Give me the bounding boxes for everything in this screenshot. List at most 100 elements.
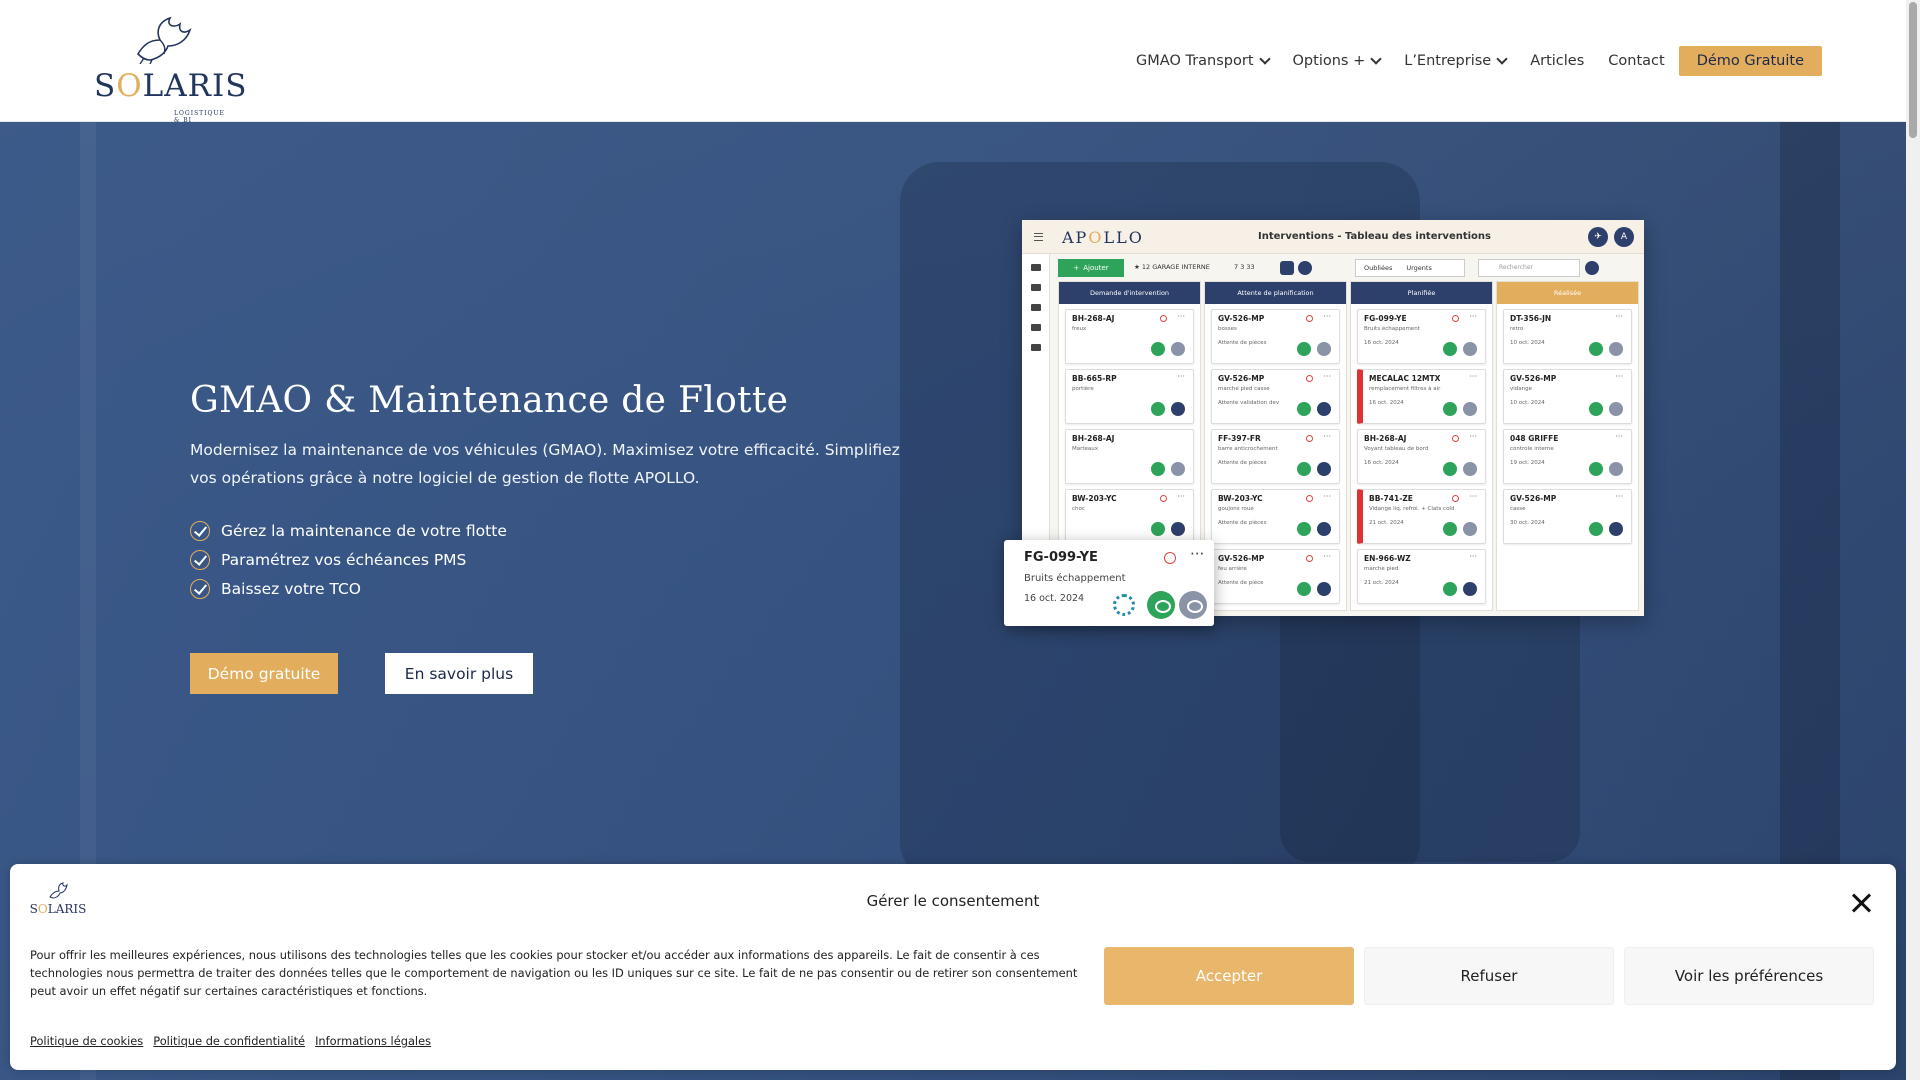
intervention-card: FG-099-YE Bruits échappement 16 oct. 2024 ·… [1357, 309, 1486, 364]
more-icon: ··· [1323, 552, 1331, 561]
privacy-policy-link[interactable]: Politique de confidentialité [153, 1034, 305, 1048]
card-desc: marche pied [1364, 566, 1399, 572]
card-id: FF-397-FR [1218, 434, 1261, 443]
scrollbar-thumb[interactable] [1909, 2, 1917, 138]
camera-icon [1463, 522, 1477, 536]
accept-button[interactable]: Accepter [1104, 947, 1354, 1005]
close-icon[interactable] [1850, 892, 1872, 914]
consent-text: Pour offrir les meilleures expériences, … [30, 948, 1078, 998]
griffin-icon [136, 16, 192, 64]
legal-info-link[interactable]: Informations légales [315, 1034, 431, 1048]
page-scrollbar[interactable] [1906, 0, 1920, 1080]
eye-icon [1151, 342, 1165, 356]
demo-gratuite-hero-button[interactable]: Démo gratuite [190, 653, 338, 694]
kanban-column: Attente de planification GV-526-MP bosses… [1204, 281, 1347, 611]
card-date: 10 oct. 2024 [1510, 400, 1545, 406]
intervention-card: BW-203-YC goujons roue Attente de pièces ··… [1211, 489, 1340, 544]
camera-icon [1171, 402, 1185, 416]
card-date: 21 oct. 2024 [1369, 520, 1404, 526]
solaris-logo[interactable]: SOLARIS LOGISTIQUE & BI [94, 14, 248, 124]
avatar: A [1614, 227, 1634, 247]
card-id: BW-203-YC [1072, 494, 1117, 503]
intervention-card-popup: FG-099-YE Bruits échappement 16 oct. 202… [1004, 540, 1214, 626]
camera-icon [1609, 522, 1623, 536]
logo-wordmark: SOLARIS [94, 68, 248, 104]
preferences-button[interactable]: Voir les préférences [1624, 947, 1874, 1005]
card-id: DT-356-JN [1510, 314, 1552, 323]
clock-icon [1452, 495, 1459, 502]
card-id: GV-526-MP [1510, 374, 1557, 383]
archive-icon [1030, 344, 1041, 351]
filter-oublies: Oubliées [1364, 264, 1393, 272]
filter-icon [1298, 261, 1312, 275]
pagination: 7 3 33 [1234, 263, 1255, 271]
more-icon: ··· [1190, 545, 1205, 563]
eye-icon [1297, 522, 1311, 536]
card-id: BB-741-ZE [1369, 494, 1413, 503]
feature-label: Gérez la maintenance de votre flotte [221, 521, 507, 540]
card-desc: portière [1072, 386, 1094, 392]
chevron-down-icon [1496, 53, 1508, 65]
ajouter-label: Ajouter [1083, 264, 1109, 272]
filter-toggles: Oubliées Urgents [1355, 259, 1465, 277]
nav-label: GMAO Transport [1136, 53, 1254, 69]
card-id: BH-268-AJ [1364, 434, 1407, 443]
nav-options[interactable]: Options + [1293, 53, 1382, 69]
card-status: Attente de pièce [1218, 580, 1264, 586]
eye-icon [1589, 462, 1603, 476]
card-status: Attente validation dev [1218, 400, 1280, 406]
more-icon: ··· [1177, 312, 1185, 321]
app-title: Interventions - Tableau des intervention… [1258, 231, 1491, 242]
card-date: 19 oct. 2024 [1510, 460, 1545, 466]
check-circle-icon [190, 549, 210, 570]
chevron-down-icon [1258, 53, 1271, 65]
nav-articles[interactable]: Articles [1530, 53, 1584, 69]
column-header: Planifiée [1351, 282, 1492, 304]
intervention-card: BH-268-AJ freux ··· [1065, 309, 1194, 364]
garage-select: ★ 12 GARAGE INTERNE [1134, 263, 1210, 271]
camera-icon [1463, 582, 1477, 596]
logo-subtitle: LOGISTIQUE & BI [174, 110, 225, 124]
eye-icon [1151, 402, 1165, 416]
chevron-down-icon [1280, 261, 1294, 275]
consent-links: Politique de cookies Politique de confid… [30, 1034, 431, 1048]
intervention-card: GV-526-MP feu arrière Attente de pièce ··· [1211, 549, 1340, 604]
popup-card-desc: Bruits échappement [1024, 573, 1126, 584]
camera-icon [1171, 522, 1185, 536]
eye-icon [1443, 462, 1457, 476]
nav-entreprise[interactable]: L’Entreprise [1404, 53, 1508, 69]
truck-icon [1030, 284, 1041, 291]
intervention-card: BH-268-AJ Voyant tableau de bord 16 oct. 2… [1357, 429, 1486, 484]
cookie-policy-link[interactable]: Politique de cookies [30, 1034, 143, 1048]
site-header: SOLARIS LOGISTIQUE & BI GMAO Transport O… [0, 0, 1906, 124]
card-desc: barre anticrochement [1218, 446, 1278, 452]
chevron-down-icon [1370, 53, 1382, 65]
more-icon: ··· [1323, 372, 1331, 381]
more-icon: ··· [1177, 372, 1185, 381]
en-savoir-plus-button[interactable]: En savoir plus [385, 653, 533, 694]
feature-item: Paramétrez vos échéances PMS [190, 545, 507, 574]
clock-icon [1452, 435, 1459, 442]
card-desc: casse [1510, 506, 1526, 512]
refuse-button[interactable]: Refuser [1364, 947, 1614, 1005]
card-status: Attente de pièces [1218, 520, 1267, 526]
camera-icon [1609, 402, 1623, 416]
card-id: GV-526-MP [1510, 494, 1557, 503]
intervention-card: DT-356-JN retro 10 oct. 2024 ··· [1503, 309, 1632, 364]
intervention-card: FF-397-FR barre anticrochement Attente de … [1211, 429, 1340, 484]
card-desc: feu arrière [1218, 566, 1247, 572]
card-desc: Bruits échappement [1364, 326, 1420, 332]
more-icon: ··· [1615, 372, 1623, 381]
nav-gmao-transport[interactable]: GMAO Transport [1136, 53, 1271, 69]
clock-icon [1160, 495, 1167, 502]
card-desc: retro [1510, 326, 1524, 332]
clock-icon [1306, 375, 1313, 382]
card-desc: remplacement filtres à air [1369, 386, 1441, 392]
card-id: GV-526-MP [1218, 314, 1265, 323]
demo-gratuite-button[interactable]: Démo Gratuite [1678, 46, 1822, 76]
column-header: Réalisée [1497, 282, 1638, 304]
card-id: GV-526-MP [1218, 554, 1265, 563]
card-desc: vidange [1510, 386, 1533, 392]
nav-contact[interactable]: Contact [1608, 53, 1664, 69]
filter-urgents: Urgents [1406, 264, 1432, 272]
